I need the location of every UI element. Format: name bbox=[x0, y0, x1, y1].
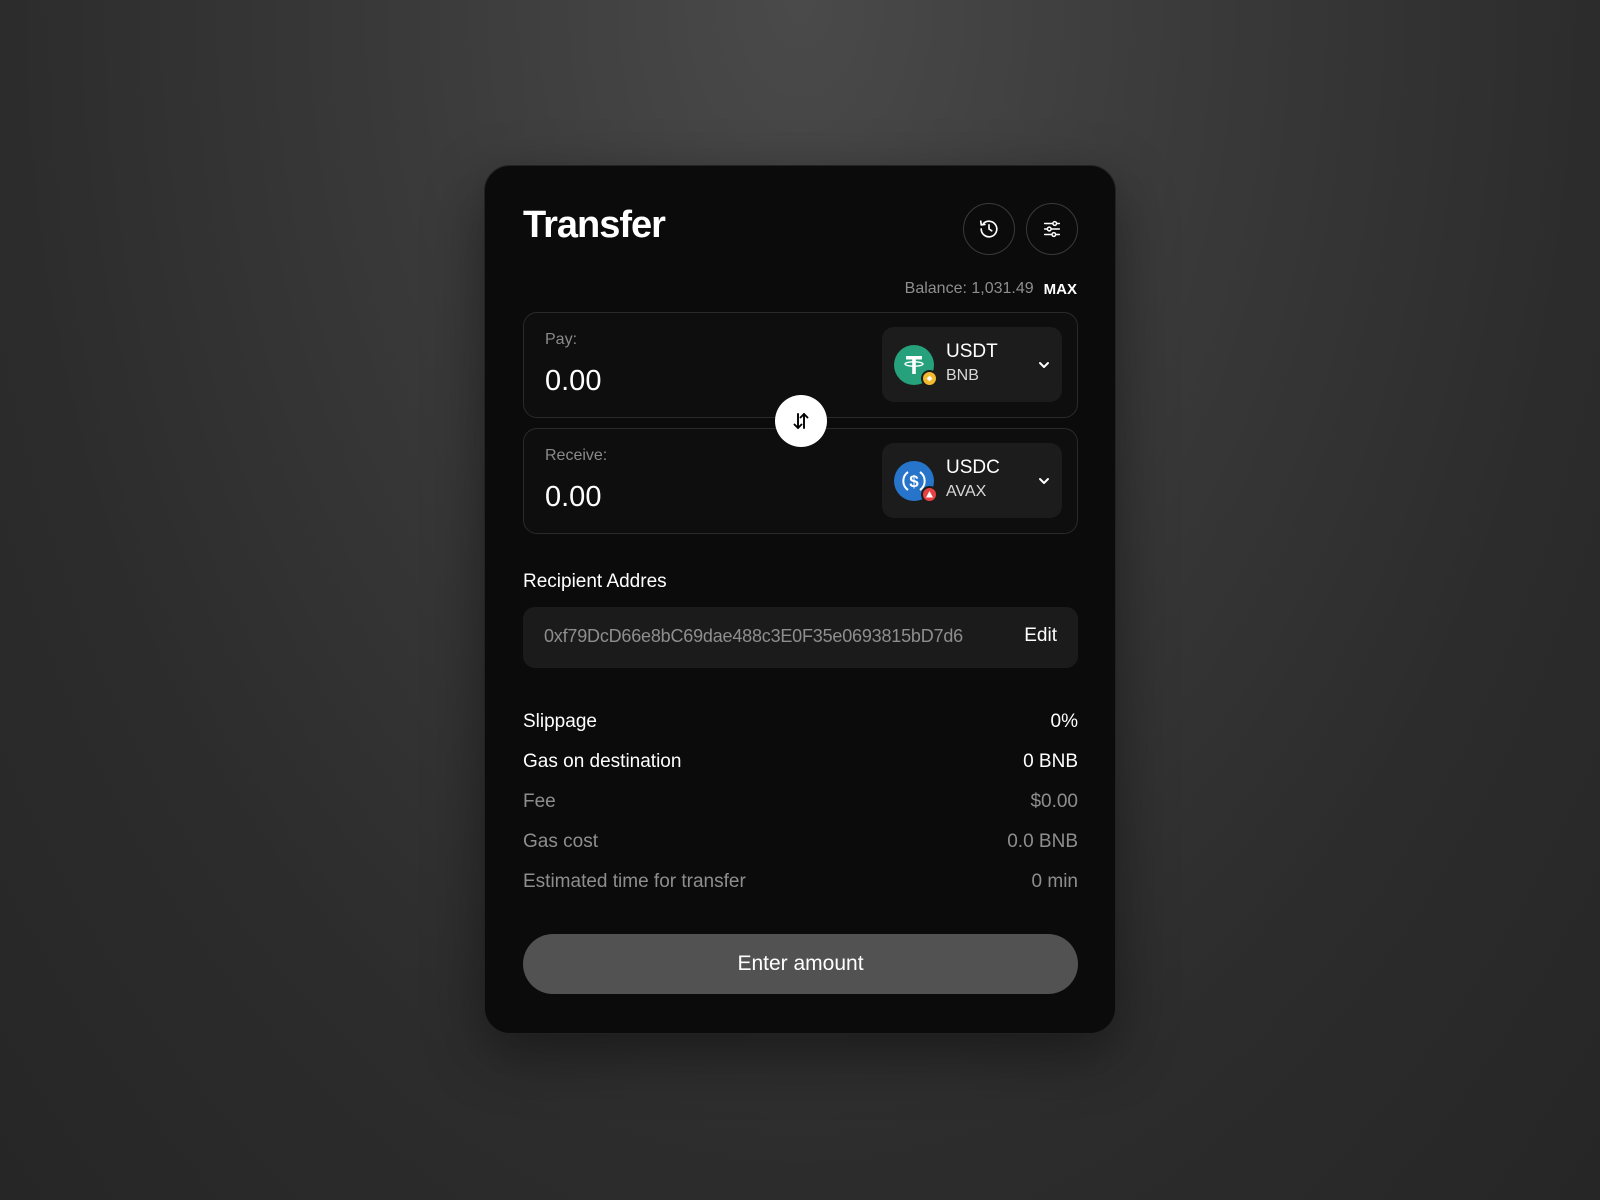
detail-row-estimated-time: Estimated time for transfer 0 min bbox=[523, 862, 1078, 902]
max-button[interactable]: MAX bbox=[1044, 281, 1077, 298]
avax-chain-icon bbox=[921, 486, 938, 503]
detail-row-gas-on-destination: Gas on destination 0 BNB bbox=[523, 742, 1078, 782]
history-button[interactable] bbox=[963, 203, 1015, 255]
swap-direction-button[interactable] bbox=[775, 395, 827, 447]
detail-value: 0.0 BNB bbox=[1007, 831, 1078, 852]
edit-address-button[interactable]: Edit bbox=[1024, 625, 1057, 647]
chevron-down-icon bbox=[1039, 362, 1049, 368]
detail-row-fee: Fee $0.00 bbox=[523, 782, 1078, 822]
transfer-details: Slippage 0% Gas on destination 0 BNB Fee… bbox=[523, 702, 1078, 902]
bnb-chain-icon bbox=[921, 370, 938, 387]
detail-label: Fee bbox=[523, 791, 556, 812]
detail-row-gas-cost: Gas cost 0.0 BNB bbox=[523, 822, 1078, 862]
detail-label: Gas on destination bbox=[523, 751, 682, 772]
receive-amount-input[interactable]: 0.00 bbox=[545, 481, 845, 514]
detail-row-slippage: Slippage 0% bbox=[523, 702, 1078, 742]
balance-row: Balance: 1,031.49 MAX bbox=[905, 280, 1077, 298]
recipient-address: 0xf79DcD66e8bC69dae488c3E0F35e0693815bD7… bbox=[544, 626, 963, 646]
history-clock-icon bbox=[979, 220, 998, 238]
chevron-down-icon bbox=[1039, 478, 1049, 484]
detail-value: 0 min bbox=[1031, 871, 1078, 892]
detail-label: Gas cost bbox=[523, 831, 598, 852]
recipient-address-field[interactable]: 0xf79DcD66e8bC69dae488c3E0F35e0693815bD7… bbox=[523, 607, 1078, 668]
receive-token-select[interactable]: $ USDC AVAX bbox=[882, 443, 1062, 518]
pay-label: Pay: bbox=[545, 331, 578, 348]
recipient-label: Recipient Addres bbox=[523, 571, 667, 592]
settings-button[interactable] bbox=[1026, 203, 1078, 255]
balance-text: Balance: 1,031.49 bbox=[904, 280, 1034, 297]
page-title: Transfer bbox=[523, 204, 666, 246]
detail-value: 0% bbox=[1050, 711, 1078, 732]
receive-token-symbol: USDC bbox=[946, 457, 1000, 478]
transfer-card: Transfer Balance: 1,031.49 MAX Pay: 0.00 bbox=[484, 165, 1116, 1034]
detail-value: $0.00 bbox=[1030, 791, 1078, 812]
enter-amount-button[interactable]: Enter amount bbox=[523, 934, 1078, 994]
sliders-settings-icon bbox=[1043, 220, 1061, 238]
swap-arrows-icon bbox=[793, 413, 809, 429]
receive-token-chain: AVAX bbox=[946, 483, 987, 500]
pay-token-chain: BNB bbox=[946, 367, 979, 384]
detail-label: Estimated time for transfer bbox=[523, 871, 746, 892]
pay-token-select[interactable]: USDT BNB bbox=[882, 327, 1062, 402]
svg-text:$: $ bbox=[909, 472, 919, 491]
receive-label: Receive: bbox=[545, 447, 608, 464]
pay-token-symbol: USDT bbox=[946, 341, 998, 362]
detail-label: Slippage bbox=[523, 711, 597, 732]
detail-value: 0 BNB bbox=[1023, 751, 1078, 772]
pay-amount-input[interactable]: 0.00 bbox=[545, 365, 845, 398]
